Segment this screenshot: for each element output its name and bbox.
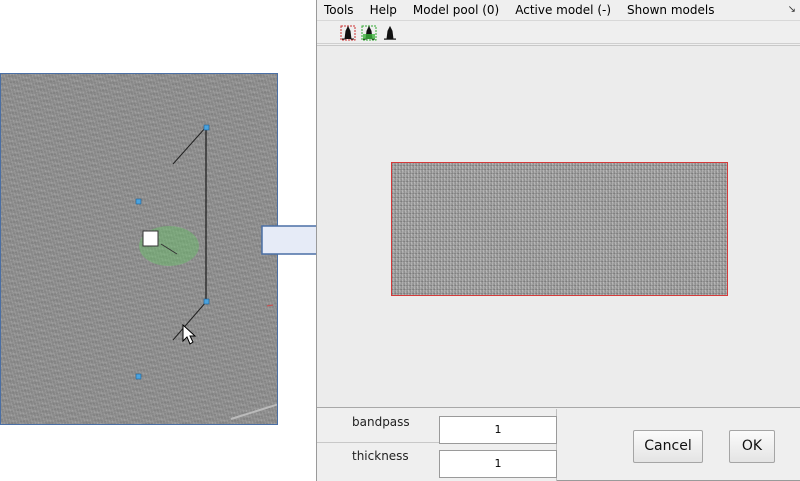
cursor-icon <box>182 323 197 345</box>
thickness-label: thickness <box>352 449 409 463</box>
tomogram-view[interactable] <box>0 73 278 425</box>
parameters-panel: bandpass 1 thickness 1 <box>317 409 557 481</box>
preview-canvas <box>317 45 800 408</box>
menu-help[interactable]: Help <box>362 0 405 21</box>
bandpass-input[interactable]: 1 <box>439 416 557 444</box>
selection-overlay <box>135 124 277 420</box>
thickness-row: thickness 1 <box>317 443 557 478</box>
center-marker <box>142 230 159 247</box>
toolbar <box>317 22 800 44</box>
bandpass-label: bandpass <box>352 415 410 429</box>
menu-active-model[interactable]: Active model (-) <box>507 0 619 21</box>
handle-upper-left <box>135 198 142 205</box>
handle-bottom <box>203 298 210 305</box>
red-mark <box>266 304 274 307</box>
menubar: Tools Help Model pool (0) Active model (… <box>317 0 800 21</box>
handle-lower-left <box>135 373 142 380</box>
ok-button[interactable]: OK <box>729 430 775 463</box>
filament-tick-top <box>172 126 207 165</box>
menu-tools[interactable]: Tools <box>317 0 362 21</box>
preview-texture <box>392 163 727 295</box>
menu-shown-models[interactable]: Shown models <box>619 0 722 21</box>
menu-model-pool[interactable]: Model pool (0) <box>405 0 507 21</box>
filter-dialog: Tools Help Model pool (0) Active model (… <box>316 0 800 481</box>
filtered-preview-image <box>391 162 728 296</box>
histogram-black-icon[interactable] <box>382 25 398 41</box>
histogram-green-icon[interactable] <box>361 25 377 41</box>
cancel-button[interactable]: Cancel <box>633 430 703 463</box>
streak <box>230 403 277 420</box>
corner-arrow-icon[interactable]: ↘ <box>788 4 796 15</box>
handle-top <box>203 124 210 131</box>
thickness-input[interactable]: 1 <box>439 450 557 478</box>
bandpass-row: bandpass 1 <box>317 409 557 444</box>
histogram-red-icon[interactable] <box>340 25 356 41</box>
